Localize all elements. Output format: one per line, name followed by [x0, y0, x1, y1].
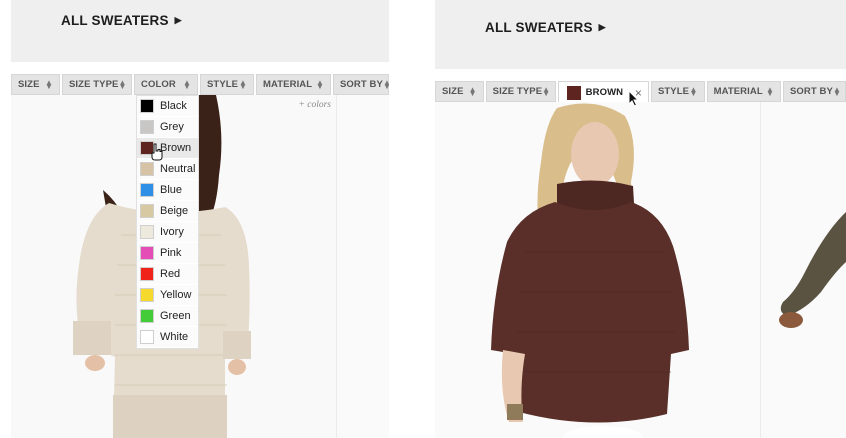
column-divider — [336, 95, 337, 438]
sort-arrows-icon: ▲ ▼ — [182, 77, 191, 91]
product-image-brown-turtleneck[interactable] — [435, 102, 760, 438]
filter-label: STYLE — [657, 86, 690, 97]
color-swatch — [566, 85, 581, 100]
product-grid — [435, 102, 846, 438]
sort-arrows-icon: ▲ ▼ — [382, 77, 389, 91]
filter-style[interactable]: STYLE ▲ ▼ — [200, 74, 254, 95]
color-option-black[interactable]: Black — [137, 96, 198, 117]
color-option-blue[interactable]: Blue — [137, 180, 198, 201]
color-swatch — [140, 309, 154, 323]
color-option-brown[interactable]: Brown — [137, 138, 198, 159]
color-option-label: Brown — [160, 142, 192, 154]
color-option-beige[interactable]: Beige — [137, 201, 198, 222]
product-tile[interactable] — [435, 102, 760, 438]
product-image-partial[interactable] — [765, 212, 846, 342]
color-option-label: Pink — [160, 247, 182, 259]
filter-bar: SIZE ▲ ▼ SIZE TYPE ▲ ▼ COLOR ▲ ▼ STYLE ▲ ▼ M… — [11, 74, 389, 95]
filter-label: SIZE TYPE — [492, 86, 543, 97]
color-option-label: Green — [160, 310, 191, 322]
page-header: ALL SWEATERS ▶ — [11, 0, 389, 62]
color-swatch — [140, 225, 154, 239]
filter-label: MATERIAL — [263, 79, 313, 90]
page-header: ALL SWEATERS ▶ — [435, 0, 846, 69]
color-option-label: Neutral — [160, 163, 196, 175]
filter-style[interactable]: STYLE ▲ ▼ — [650, 81, 705, 102]
filter-material[interactable]: MATERIAL ▲ ▼ — [706, 81, 781, 102]
all-sweaters-link[interactable]: ALL SWEATERS ▶ — [485, 20, 606, 35]
color-swatch — [140, 246, 154, 260]
filter-label: SIZE TYPE — [69, 79, 119, 90]
filter-label: SORT BY — [790, 86, 833, 97]
color-option-label: Black — [160, 100, 187, 112]
color-swatch — [140, 204, 154, 218]
color-swatch — [140, 267, 154, 281]
color-swatch — [140, 288, 154, 302]
color-option-label: Yellow — [160, 289, 192, 301]
filter-bar: SIZE ▲ ▼ SIZE TYPE ▲ ▼ BROWN × STYLE ▲ ▼ MA… — [435, 81, 846, 104]
color-option-label: Red — [160, 268, 181, 280]
filter-label: SIZE — [18, 79, 40, 90]
sort-arrows-icon: ▲ ▼ — [118, 77, 127, 91]
filter-color[interactable]: COLOR ▲ ▼ — [134, 74, 198, 95]
sort-arrows-icon: ▲ ▼ — [765, 84, 774, 98]
more-colors-link[interactable]: + colors — [298, 100, 331, 110]
filter-material[interactable]: MATERIAL ▲ ▼ — [256, 74, 331, 95]
all-sweaters-link[interactable]: ALL SWEATERS ▶ — [61, 13, 182, 28]
color-option-label: Grey — [160, 121, 184, 133]
filter-label: SORT BY — [340, 79, 383, 90]
hand-cursor-icon — [151, 143, 163, 161]
color-swatch — [140, 162, 154, 176]
filter-label: COLOR — [141, 79, 176, 90]
color-swatch — [140, 183, 154, 197]
color-option-pink[interactable]: Pink — [137, 243, 198, 264]
color-option-neutral[interactable]: Neutral — [137, 159, 198, 180]
color-dropdown-menu: Black Grey Brown Neutral Blue Beige Ivor… — [136, 95, 199, 349]
arrow-cursor-icon — [628, 90, 640, 107]
sort-arrows-icon: ▲ ▼ — [832, 84, 841, 98]
color-option-label: Ivory — [160, 226, 184, 238]
color-option-label: Beige — [160, 205, 189, 217]
filter-size[interactable]: SIZE ▲ ▼ — [435, 81, 484, 102]
page-title-text: ALL SWEATERS — [485, 20, 593, 35]
page-title-text: ALL SWEATERS — [61, 13, 169, 28]
filter-size-type[interactable]: SIZE TYPE ▲ ▼ — [62, 74, 132, 95]
color-option-green[interactable]: Green — [137, 306, 198, 327]
color-option-label: White — [160, 331, 189, 343]
column-divider — [760, 102, 761, 438]
color-swatch — [140, 120, 154, 134]
filter-label: MATERIAL — [713, 86, 763, 97]
color-swatch — [140, 330, 154, 344]
caret-right-icon: ▶ — [174, 15, 182, 25]
color-swatch — [140, 99, 154, 113]
filter-sort-by[interactable]: SORT BY ▲ ▼ — [333, 74, 389, 95]
product-grid: + colors — [11, 95, 389, 438]
color-option-red[interactable]: Red — [137, 264, 198, 285]
filter-sort-by[interactable]: SORT BY ▲ ▼ — [783, 81, 846, 102]
filter-label: STYLE — [207, 79, 239, 90]
color-option-yellow[interactable]: Yellow — [137, 285, 198, 306]
color-option-grey[interactable]: Grey — [137, 117, 198, 138]
filter-size[interactable]: SIZE ▲ ▼ — [11, 74, 60, 95]
filter-label: BROWN — [585, 87, 624, 98]
sort-arrows-icon: ▲ ▼ — [468, 84, 477, 98]
color-option-ivory[interactable]: Ivory — [137, 222, 198, 243]
sort-arrows-icon: ▲ ▼ — [238, 77, 247, 91]
sort-arrows-icon: ▲ ▼ — [689, 84, 698, 98]
sort-arrows-icon: ▲ ▼ — [315, 77, 324, 91]
right-screenshot-panel: ALL SWEATERS ▶ SIZE ▲ ▼ SIZE TYPE ▲ ▼ BROW… — [435, 0, 846, 438]
filter-label: SIZE — [442, 86, 464, 97]
color-option-white[interactable]: White — [137, 327, 198, 348]
sort-arrows-icon: ▲ ▼ — [44, 77, 53, 91]
color-option-label: Blue — [160, 184, 183, 196]
filter-size-type[interactable]: SIZE TYPE ▲ ▼ — [485, 81, 556, 102]
sort-arrows-icon: ▲ ▼ — [542, 84, 551, 98]
left-screenshot-panel: ALL SWEATERS ▶ SIZE ▲ ▼ SIZE TYPE ▲ ▼ COLO… — [11, 0, 389, 438]
caret-right-icon: ▶ — [598, 22, 606, 32]
